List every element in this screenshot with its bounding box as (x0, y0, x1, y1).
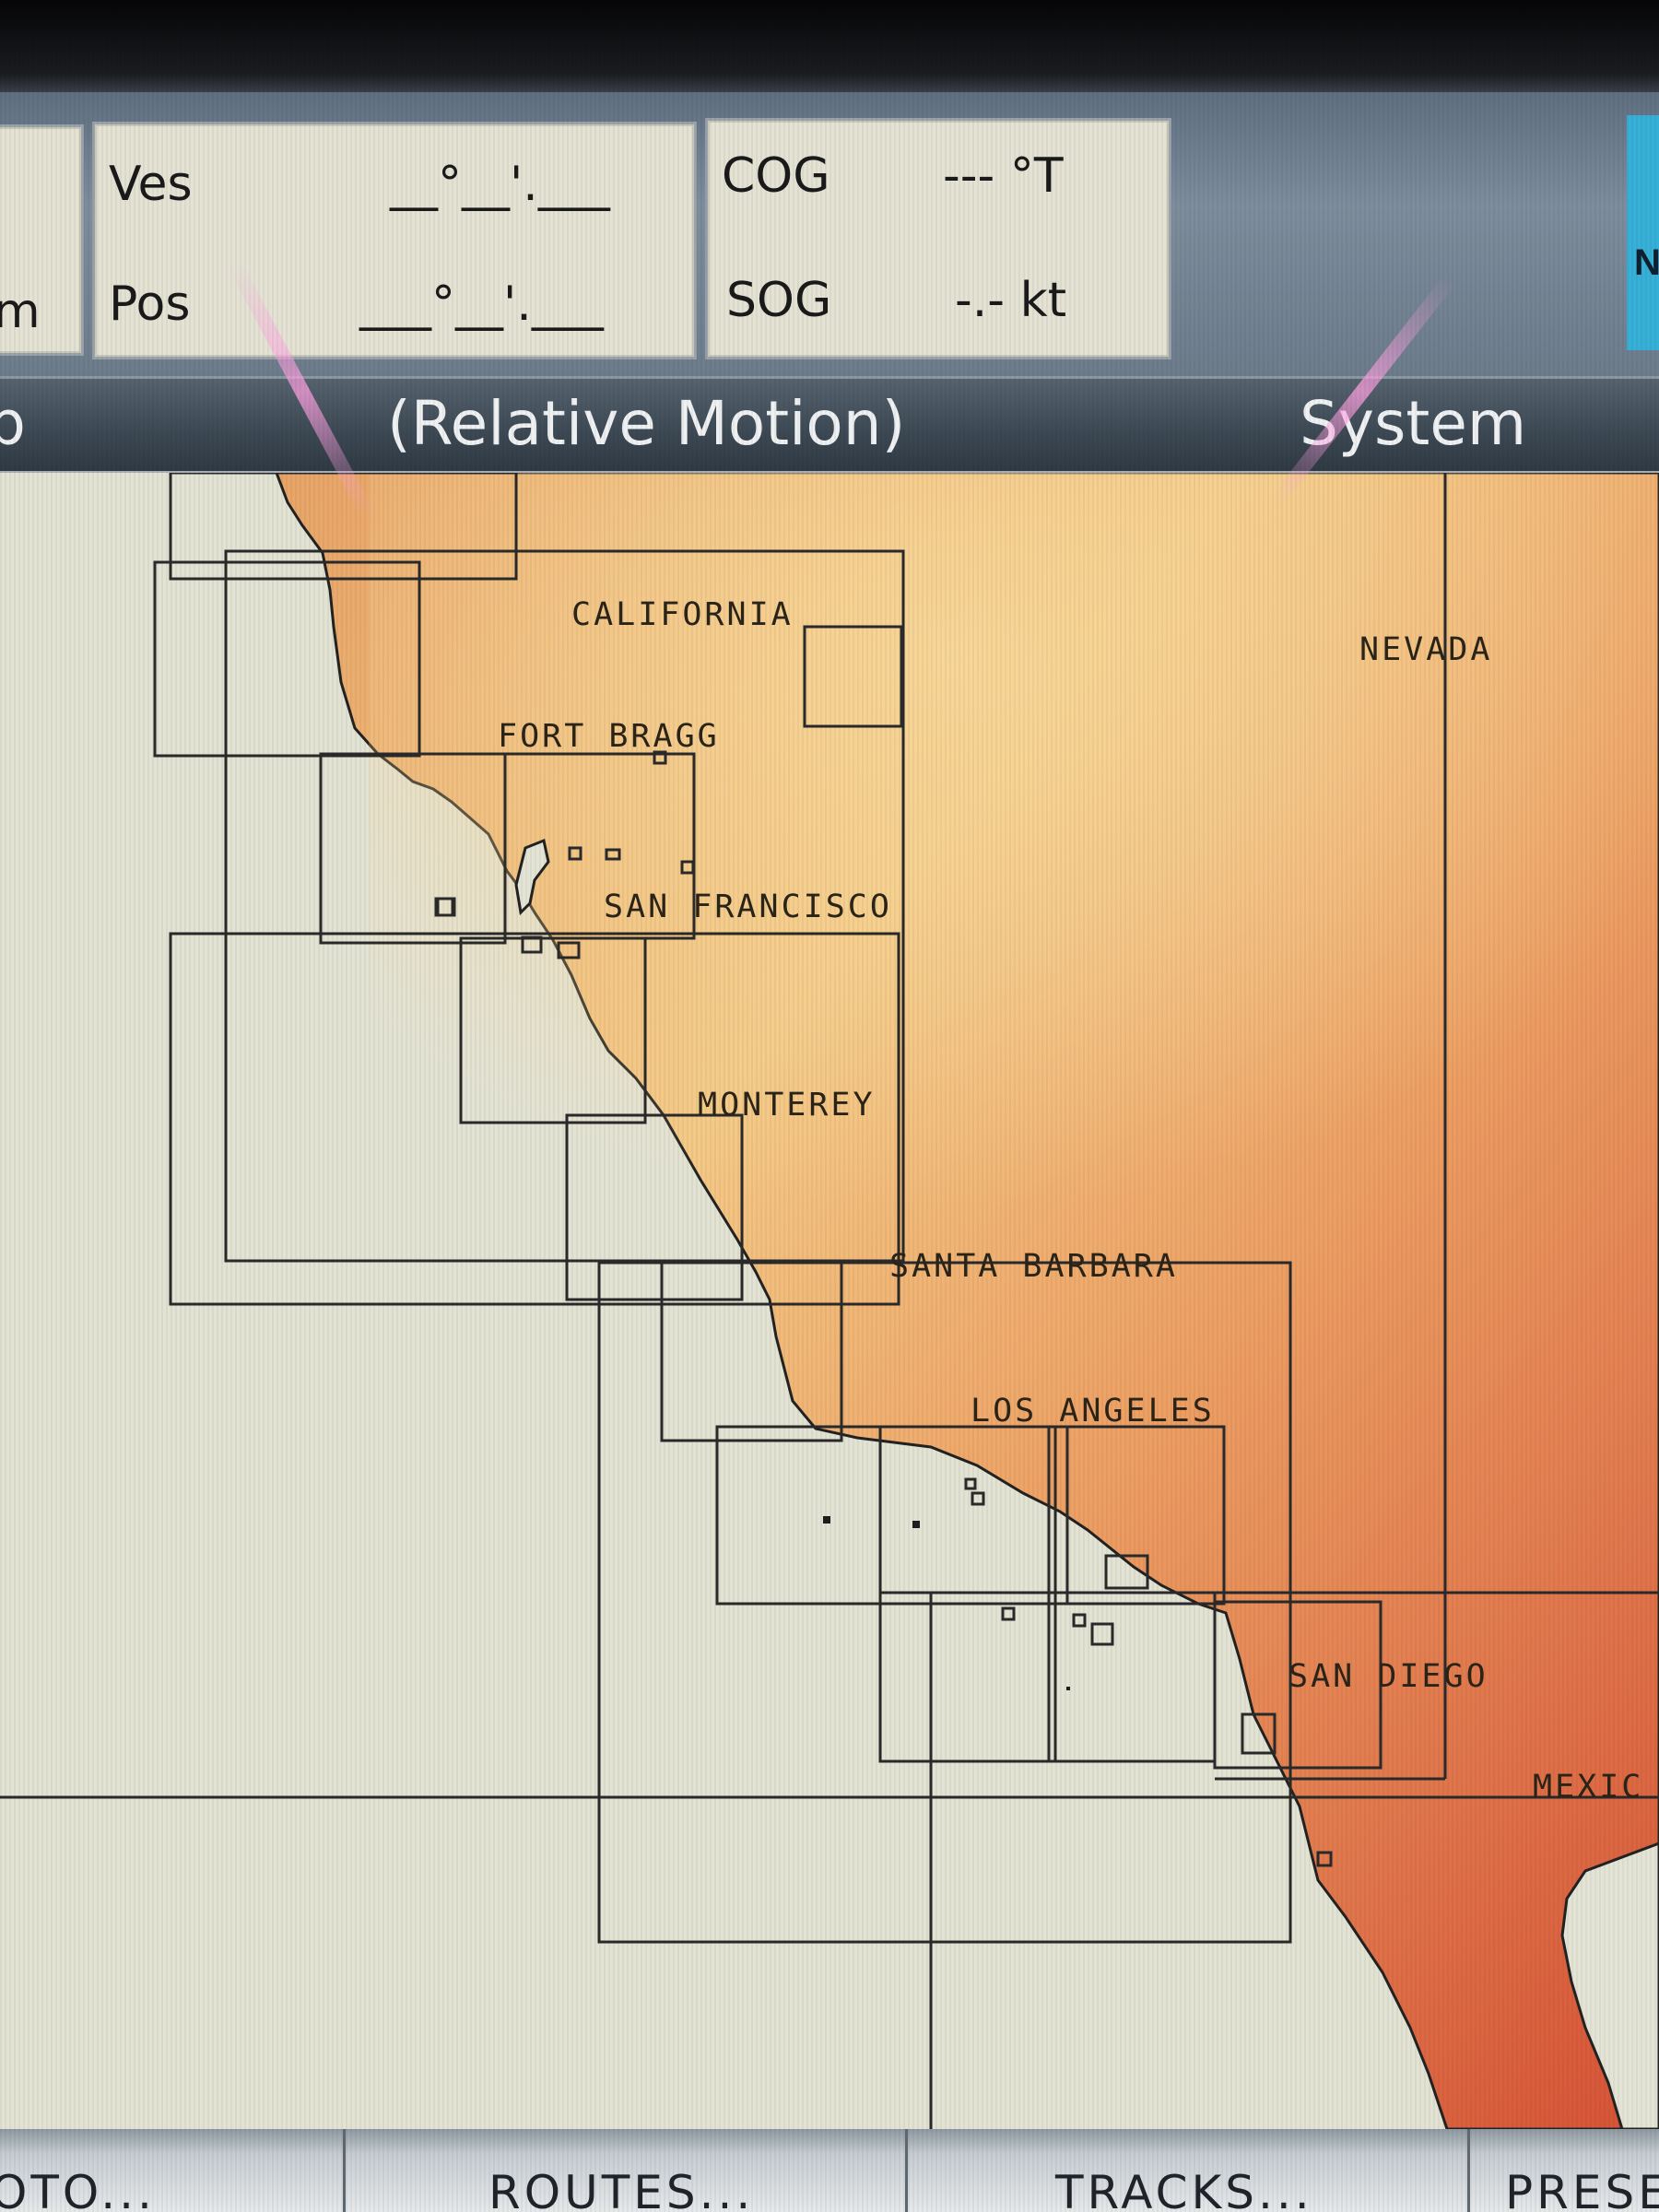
range-unit-partial: m (0, 284, 41, 339)
cog-label: COG (722, 148, 830, 204)
chartplotter-screen: m Ves __°__'.___ Pos ___°__'.___ COG ---… (0, 0, 1659, 2212)
softkey-bar: OTO... ROUTES... TRACKS... PRESE (0, 2129, 1659, 2212)
goto-softkey-label: OTO... (0, 2166, 156, 2212)
sog-value: -.- kt (955, 273, 1067, 328)
label-fort-bragg: FORT BRAGG (498, 718, 720, 755)
pos-value: ___°__'.___ (359, 276, 604, 332)
label-monterey: MONTEREY (698, 1087, 876, 1124)
vessel-position-panel[interactable]: Ves __°__'.___ Pos ___°__'.___ (92, 122, 697, 359)
north-indicator-label: N (1634, 242, 1659, 283)
routes-softkey-label: ROUTES... (488, 2166, 755, 2212)
tracks-softkey[interactable]: TRACKS... (905, 2129, 1470, 2212)
label-los-angeles: LOS ANGELES (971, 1393, 1215, 1430)
ves-label: Ves (109, 157, 193, 212)
goto-softkey[interactable]: OTO... (0, 2129, 343, 2212)
ves-value: __°__'.___ (390, 157, 610, 212)
label-santa-barbara: SANTA BARBARA (889, 1248, 1178, 1285)
cog-value: --- °T (943, 148, 1064, 204)
nautical-chart-map[interactable]: CALIFORNIA NEVADA FORT BRAGG SAN FRANCIS… (0, 473, 1659, 2129)
label-san-francisco: SAN FRANCISCO (604, 888, 892, 925)
label-california: CALIFORNIA (571, 596, 794, 633)
presets-softkey-label: PRESE (1505, 2166, 1659, 2212)
title-bar: p (Relative Motion) System (0, 376, 1659, 474)
label-mexico: MEXIC (1533, 1769, 1643, 1806)
chart-svg[interactable]: CALIFORNIA NEVADA FORT BRAGG SAN FRANCIS… (0, 473, 1659, 2129)
label-san-diego: SAN DIEGO (1288, 1658, 1488, 1695)
pos-label: Pos (109, 276, 191, 332)
tracks-softkey-label: TRACKS... (1055, 2166, 1313, 2212)
title-left-partial: p (0, 388, 26, 459)
data-bar: m Ves __°__'.___ Pos ___°__'.___ COG ---… (0, 92, 1659, 378)
range-panel: m (0, 124, 84, 356)
motion-mode-label[interactable]: (Relative Motion) (387, 388, 905, 459)
course-speed-panel[interactable]: COG --- °T SOG -.- kt (705, 118, 1171, 359)
sog-label: SOG (726, 273, 832, 328)
system-label[interactable]: System (1300, 388, 1526, 459)
presets-softkey[interactable]: PRESE (1467, 2129, 1659, 2212)
routes-softkey[interactable]: ROUTES... (343, 2129, 908, 2212)
label-nevada: NEVADA (1359, 631, 1492, 668)
display-bezel (0, 0, 1659, 92)
north-indicator-tile[interactable]: N (1627, 115, 1659, 350)
